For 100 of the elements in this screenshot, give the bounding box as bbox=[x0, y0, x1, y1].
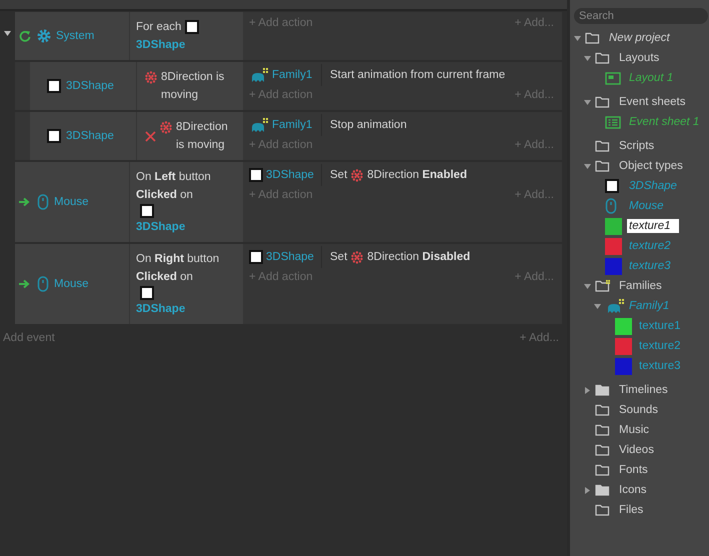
object-name: 3DShape bbox=[266, 169, 314, 181]
object-name: 3DShape bbox=[136, 38, 186, 53]
expand-arrow-icon[interactable] bbox=[584, 54, 591, 62]
folder-icon bbox=[585, 32, 600, 44]
event-object-cell[interactable]: Mouse bbox=[15, 162, 130, 242]
object-name: Mouse bbox=[54, 196, 89, 208]
folder-icon bbox=[595, 96, 610, 108]
tree-item[interactable]: Icons bbox=[617, 483, 648, 497]
action-row[interactable]: 3DShape Set 8Direction Disabled bbox=[249, 246, 554, 268]
expand-arrow-icon[interactable] bbox=[584, 386, 591, 394]
tree-item[interactable]: 3DShape bbox=[627, 179, 679, 193]
condition-cell[interactable]: On Right button Clicked on 3DShape bbox=[130, 244, 243, 324]
tree-item[interactable]: Event sheet 1 bbox=[627, 115, 702, 129]
object-name: 3DShape bbox=[66, 80, 114, 92]
action-text: Set bbox=[330, 251, 348, 263]
event-object-cell[interactable]: System bbox=[15, 12, 130, 60]
tree-item[interactable]: texture2 bbox=[637, 339, 683, 353]
expand-arrow-icon[interactable] bbox=[584, 162, 591, 170]
object-name: Family1 bbox=[272, 119, 312, 131]
expand-arrow-icon[interactable] bbox=[574, 34, 581, 42]
condition-cell[interactable]: For each 3DShape bbox=[130, 12, 243, 60]
object-name: 3DShape bbox=[136, 220, 186, 235]
expand-arrow-icon[interactable] bbox=[594, 302, 601, 310]
dot-square-icon bbox=[47, 79, 61, 93]
arrow-icon bbox=[19, 279, 31, 289]
tree-item[interactable]: texture3 bbox=[627, 259, 673, 273]
folder-icon bbox=[595, 404, 610, 416]
tree-item[interactable]: Object types bbox=[617, 159, 685, 173]
object-name: 3DShape bbox=[136, 302, 186, 317]
tree-item[interactable]: Scripts bbox=[617, 139, 656, 153]
tree-item[interactable]: texture2 bbox=[627, 239, 673, 253]
tree-item[interactable]: New project bbox=[607, 31, 672, 45]
object-name: Family1 bbox=[272, 69, 312, 81]
list-icon bbox=[605, 116, 621, 128]
dot-square-icon bbox=[140, 286, 154, 300]
mouse-icon bbox=[37, 276, 49, 292]
condition-text: 8Direction is moving bbox=[161, 70, 226, 103]
loop-icon bbox=[19, 30, 31, 42]
dot-square-icon bbox=[249, 168, 263, 182]
tree-item[interactable]: Mouse bbox=[627, 199, 666, 213]
object-name: 3DShape bbox=[266, 251, 314, 263]
search-field[interactable]: Search bbox=[574, 8, 708, 24]
tree-item[interactable]: Fonts bbox=[617, 463, 650, 477]
action-row[interactable]: 3DShape Set 8Direction Enabled bbox=[249, 164, 554, 186]
condition-cell[interactable]: 8Direction is moving bbox=[137, 62, 243, 110]
condition-cell[interactable]: On Left button Clicked on 3DShape bbox=[130, 162, 243, 242]
event-object-cell[interactable]: Mouse bbox=[15, 244, 130, 324]
dots-icon bbox=[145, 71, 157, 84]
tree-item[interactable]: Family1 bbox=[627, 299, 672, 313]
tree-item[interactable]: Timelines bbox=[617, 383, 670, 397]
tree-item[interactable]: texture3 bbox=[637, 359, 683, 373]
tree-item[interactable]: Videos bbox=[617, 443, 656, 457]
tree-item[interactable]: Files bbox=[617, 503, 646, 517]
folder-icon bbox=[595, 280, 610, 292]
folder-icon bbox=[595, 444, 610, 456]
creature-icon bbox=[249, 118, 269, 132]
arrow-icon bbox=[19, 197, 31, 207]
mouse-icon bbox=[605, 198, 617, 214]
tree-item[interactable]: Layout 1 bbox=[627, 71, 676, 85]
tree-item[interactable]: Event sheets bbox=[617, 95, 688, 109]
dot-square-icon bbox=[140, 204, 154, 218]
object-name: Mouse bbox=[54, 278, 89, 290]
dot-square-icon bbox=[605, 179, 619, 193]
condition-text: On Left button Clicked on bbox=[136, 170, 212, 203]
dot-square-icon bbox=[249, 250, 263, 264]
dots-icon bbox=[160, 121, 172, 134]
dot-square-icon bbox=[185, 20, 200, 34]
tree-item[interactable]: Layouts bbox=[617, 51, 662, 65]
action-text: 8Direction Disabled bbox=[367, 251, 470, 263]
action-text: 8Direction Enabled bbox=[367, 169, 467, 181]
expand-arrow-icon[interactable] bbox=[4, 30, 11, 37]
dots-icon bbox=[351, 168, 364, 182]
object-name: 3DShape bbox=[66, 130, 114, 142]
expand-arrow-icon[interactable] bbox=[584, 282, 591, 290]
tree-item[interactable]: texture1 bbox=[627, 219, 679, 233]
tree-item[interactable]: Music bbox=[617, 423, 652, 437]
layout-icon bbox=[605, 72, 621, 84]
condition-text: On Right button Clicked on bbox=[136, 252, 220, 285]
folder-icon bbox=[595, 424, 610, 436]
folder-icon bbox=[595, 484, 610, 496]
action-text: Stop animation bbox=[330, 119, 407, 131]
tree-item[interactable]: texture1 bbox=[637, 319, 683, 333]
mouse-icon bbox=[37, 194, 49, 210]
action-text: Set bbox=[330, 169, 348, 181]
creature-icon bbox=[249, 68, 269, 82]
condition-cell[interactable]: 8Direction is moving bbox=[137, 112, 243, 160]
event-object-cell[interactable]: 3DShape bbox=[30, 62, 137, 110]
expand-arrow-icon[interactable] bbox=[584, 486, 591, 494]
event-object-cell[interactable]: 3DShape bbox=[30, 112, 137, 160]
action-row[interactable]: Family1 Start animation from current frame bbox=[249, 64, 554, 86]
expand-arrow-icon[interactable] bbox=[584, 98, 591, 106]
creature-icon bbox=[605, 298, 625, 314]
condition-text: For each bbox=[136, 20, 182, 35]
condition-text: 8Direction is moving bbox=[176, 120, 229, 153]
dots-icon bbox=[351, 250, 364, 264]
folder-icon bbox=[595, 464, 610, 476]
tree-item[interactable]: Families bbox=[617, 279, 664, 293]
folder-icon bbox=[595, 384, 610, 396]
tree-item[interactable]: Sounds bbox=[617, 403, 660, 417]
action-row[interactable]: Family1 Stop animation bbox=[249, 114, 554, 136]
